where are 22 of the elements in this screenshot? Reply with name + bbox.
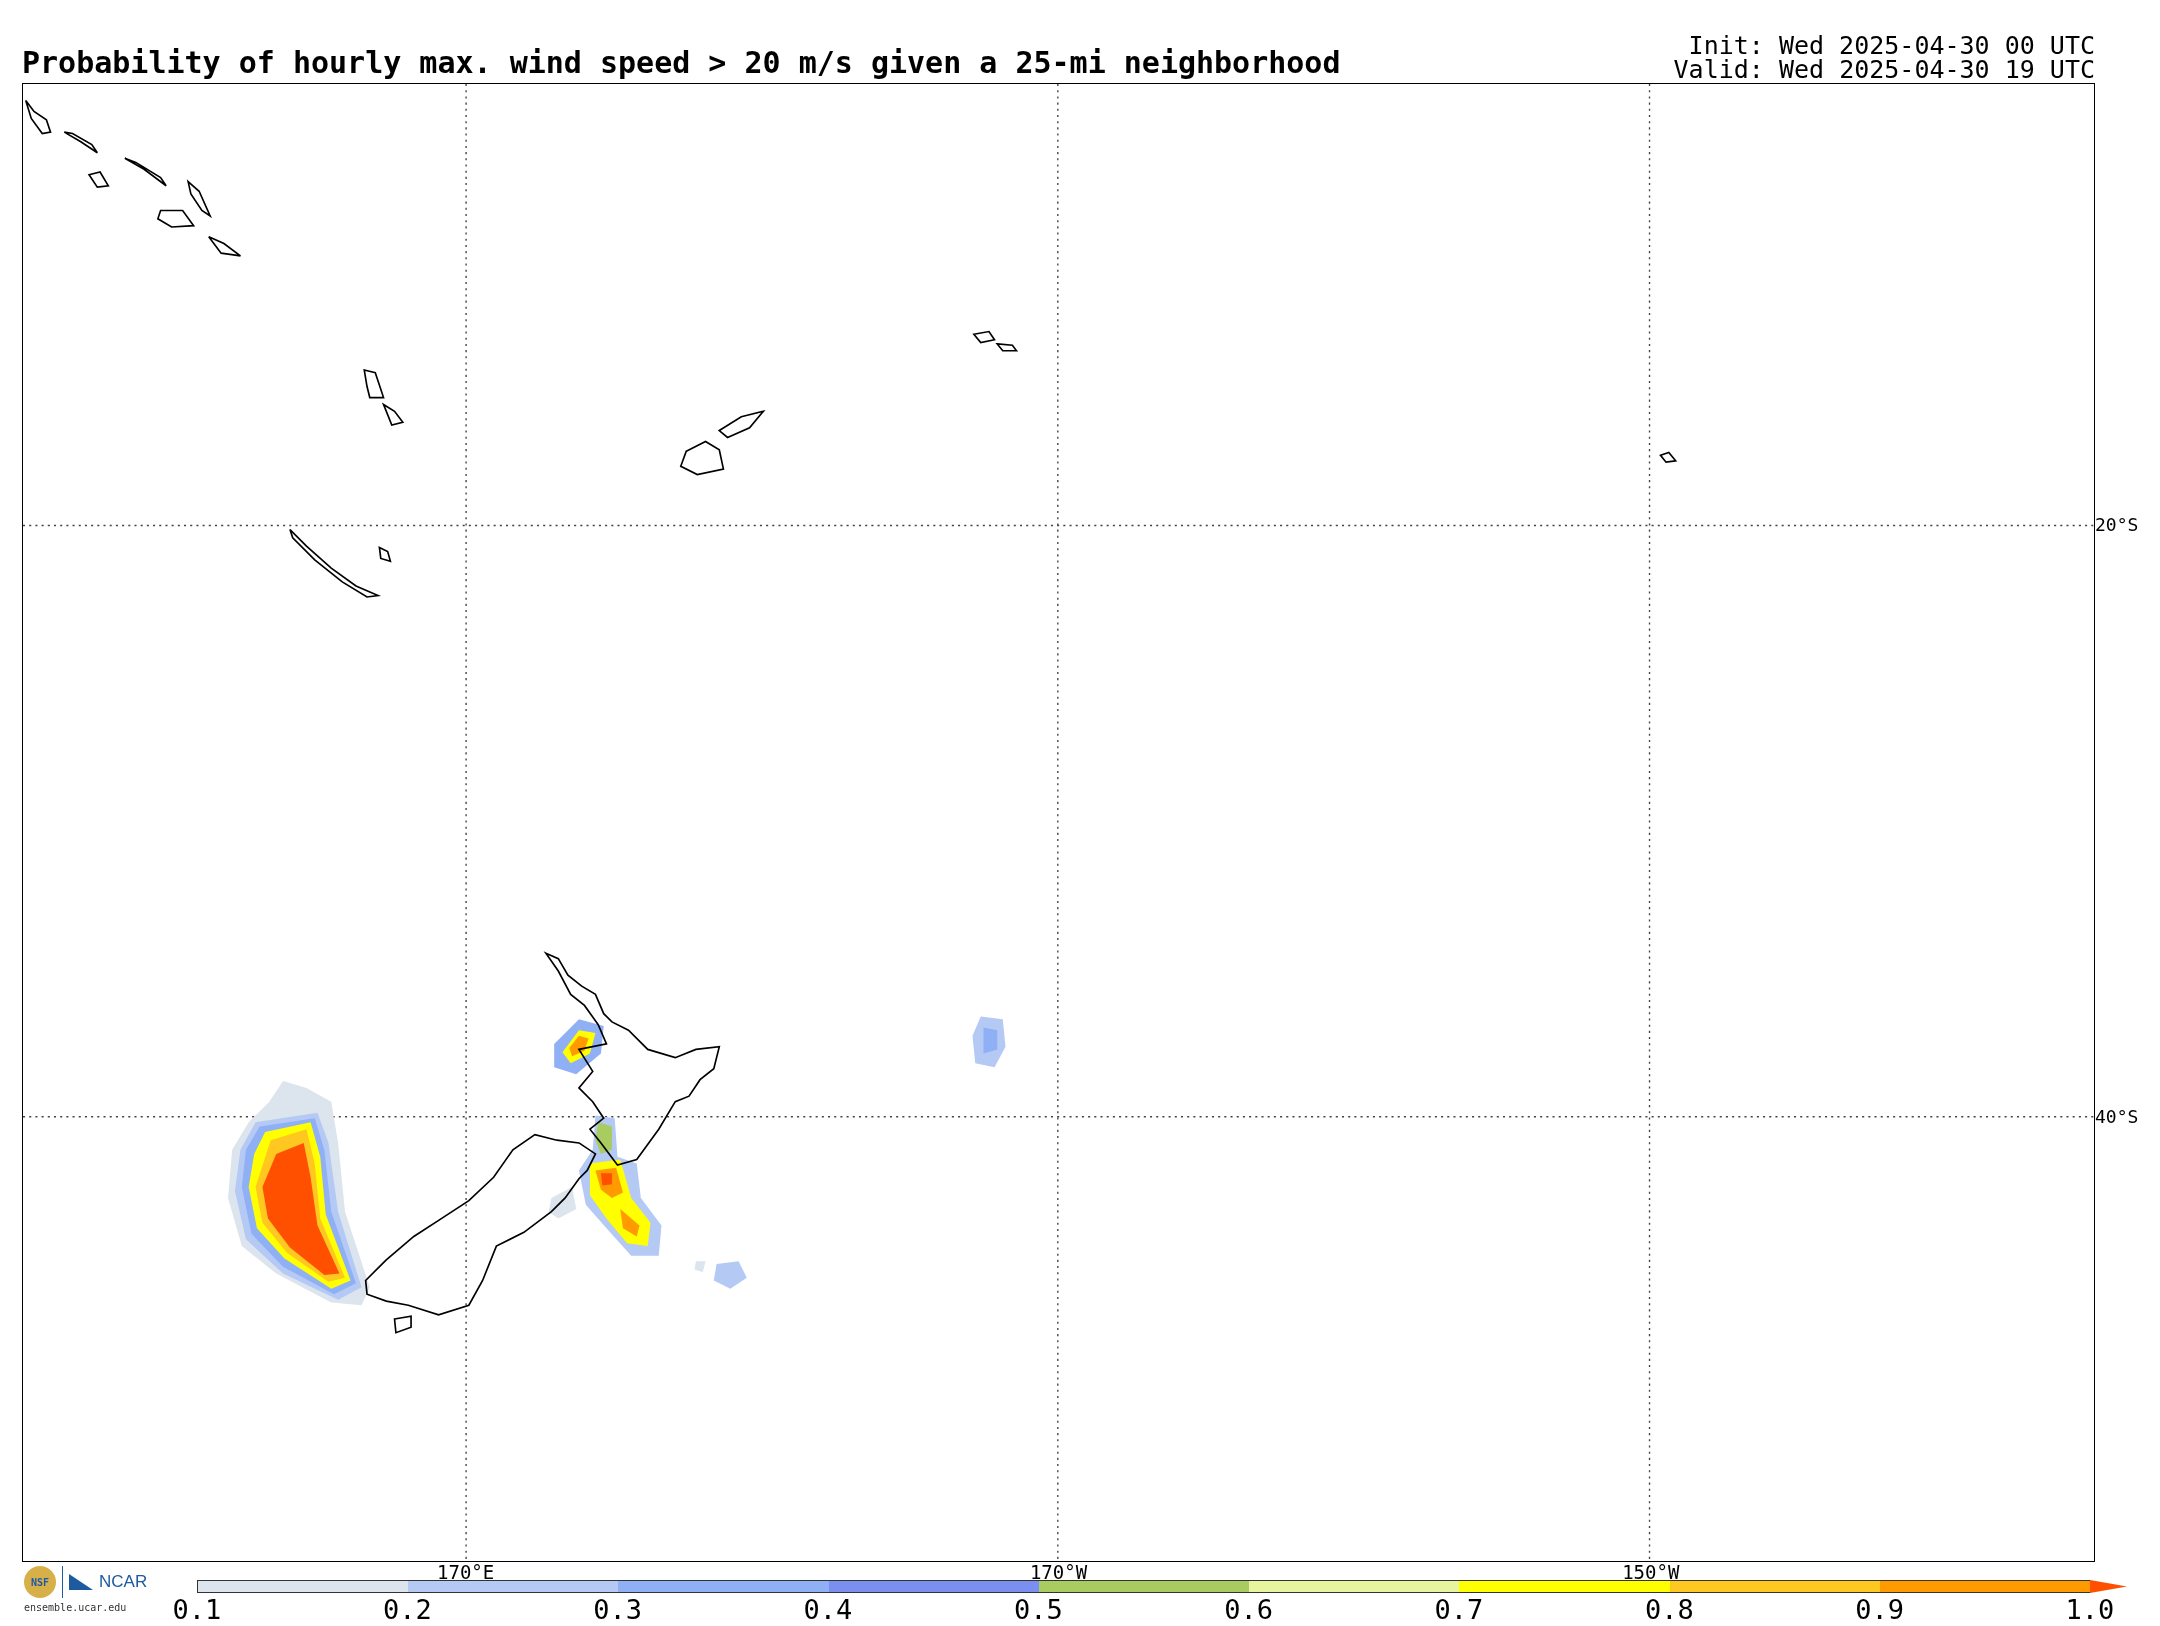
- colorbar-tick-label: 0.1: [172, 1595, 222, 1625]
- colorbar-tick-label: 0.6: [1224, 1595, 1274, 1625]
- colorbar-tick-label: 0.7: [1434, 1595, 1484, 1625]
- site-url: ensemble.ucar.edu: [24, 1602, 127, 1613]
- run-time-label: Valid: Wed 2025-04-30 19 UTC: [1673, 58, 2095, 82]
- colorbar-tick-label: 0.9: [1855, 1595, 1905, 1625]
- nsf-seal: NSF: [24, 1566, 56, 1598]
- run-time-label: Init: Wed 2025-04-30 00 UTC: [1688, 34, 2095, 58]
- colorbar-tick-label: 0.3: [593, 1595, 643, 1625]
- latitude-label: 20°S: [2095, 515, 2139, 536]
- latitude-label: 40°S: [2095, 1107, 2139, 1128]
- plot-title: Probability of hourly max. wind speed > 20 m/s given a 25-mi neighborhood: [22, 46, 1341, 80]
- ncar-wordmark: NCAR: [99, 1572, 148, 1592]
- longitude-label: 170°W: [1029, 1562, 1088, 1582]
- longitude-label: 150°W: [1622, 1562, 1680, 1582]
- colorbar-tick-label: 0.8: [1644, 1595, 1694, 1625]
- ncar-mark-icon: [69, 1574, 93, 1590]
- colorbar-tick-label: 0.5: [1013, 1595, 1063, 1625]
- longitude-label: 170°E: [437, 1562, 495, 1582]
- colorbar-tick-label: 0.2: [382, 1595, 432, 1625]
- colorbar-tick-label: 0.4: [803, 1595, 853, 1625]
- colorbar-tick-label: 1.0: [2065, 1595, 2115, 1625]
